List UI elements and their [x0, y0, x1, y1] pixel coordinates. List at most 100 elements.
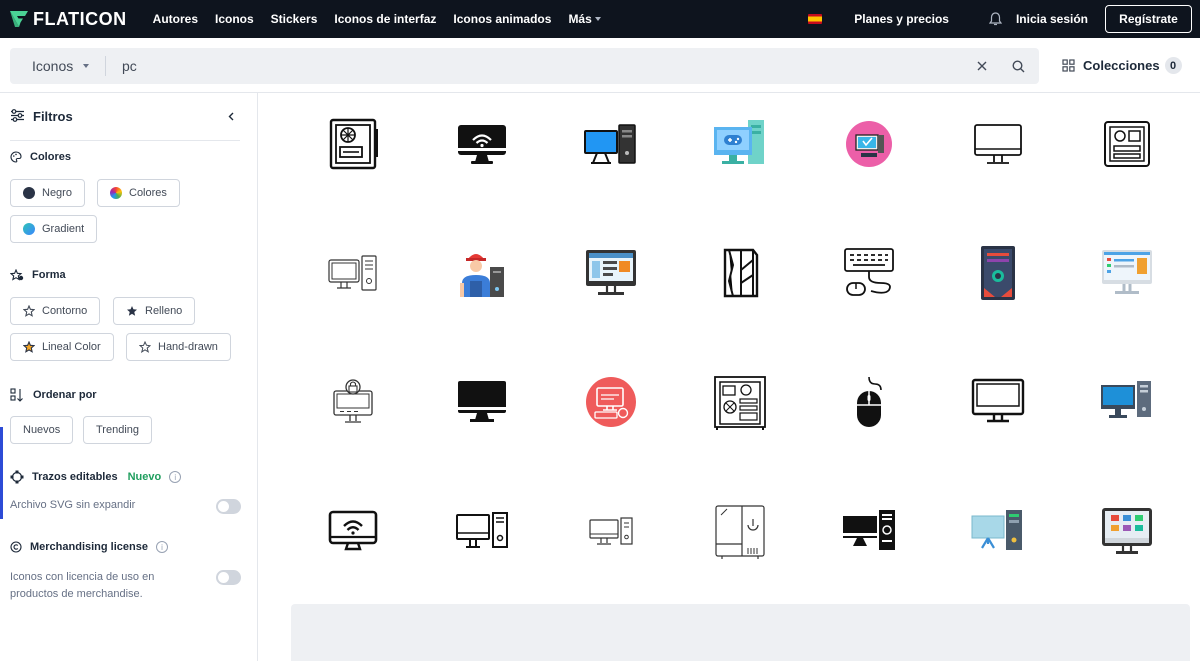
promo-banner-placeholder [291, 604, 1190, 661]
sort-label: Ordenar por [33, 389, 97, 401]
shape-fill-filter[interactable]: Relleno [113, 297, 196, 325]
nav-link-autores[interactable]: Autores [153, 12, 198, 26]
bell-icon[interactable] [988, 12, 1002, 26]
computer-outline-thin-icon[interactable] [323, 243, 383, 303]
desktop-tower-outline-icon[interactable] [452, 501, 512, 561]
keyboard-mouse-icon[interactable] [839, 243, 899, 303]
feedback-tab-edge[interactable] [0, 427, 3, 519]
sort-new-label: Nuevos [23, 424, 61, 436]
shape-hand-drawn-label: Hand-drawn [158, 341, 218, 353]
black-swatch-icon [23, 187, 35, 199]
palette-icon [10, 151, 22, 163]
register-button[interactable]: Regístrate [1105, 5, 1192, 33]
technician-icon[interactable] [452, 243, 512, 303]
new-badge: Nuevo [127, 471, 162, 483]
search-input[interactable] [106, 58, 967, 74]
sort-trending-button[interactable]: Trending [83, 416, 153, 444]
shape-label: Forma [32, 269, 66, 281]
pc-circle-red-icon[interactable] [581, 372, 641, 432]
desktop-pc-blue-icon[interactable] [581, 114, 641, 174]
collections-label: Colecciones [1083, 58, 1160, 73]
collections-button[interactable]: Colecciones 0 [1062, 57, 1182, 74]
desktop-lightblue-icon[interactable] [968, 501, 1028, 561]
gaming-tower-icon[interactable] [968, 243, 1028, 303]
chevron-down-icon [594, 17, 601, 21]
star-lineal-color-icon [23, 341, 35, 353]
power-supply-icon[interactable] [323, 114, 383, 174]
pc-case-outline-icon[interactable] [1097, 114, 1157, 174]
nav-link-iconos-interfaz[interactable]: Iconos de interfaz [334, 12, 436, 26]
top-navbar: FLATICON Autores Iconos Stickers Iconos … [0, 0, 1200, 38]
sort-new-button[interactable]: Nuevos [10, 416, 74, 444]
locked-computer-icon[interactable] [323, 372, 383, 432]
flaticon-logo[interactable]: FLATICON [9, 9, 127, 30]
wifi-monitor-filled-icon[interactable] [452, 114, 512, 174]
nav-link-stickers[interactable]: Stickers [271, 12, 318, 26]
motherboard-case-icon[interactable] [710, 372, 770, 432]
search-type-select[interactable]: Iconos [10, 48, 105, 84]
search-icon[interactable] [997, 59, 1039, 73]
pc-circle-pink-icon[interactable] [839, 114, 899, 174]
desktop-blue-icon[interactable] [1097, 372, 1157, 432]
web-monitor-icon[interactable] [581, 243, 641, 303]
merch-note-line-1: Iconos con licencia de uso en [10, 571, 155, 583]
search-row: Iconos Colecciones 0 [0, 38, 1200, 93]
shape-lineal-color-filter[interactable]: Lineal Color [10, 333, 114, 361]
sort-icon [10, 388, 23, 402]
color-multicolor-filter[interactable]: Colores [97, 179, 180, 207]
merch-license-title: Merchandising license i [10, 541, 168, 553]
clear-search-icon[interactable] [967, 61, 997, 71]
nav-link-iconos[interactable]: Iconos [215, 12, 254, 26]
copyright-icon [10, 541, 22, 553]
sliders-icon [11, 109, 24, 122]
merch-note-line-2: productos de merchandise. [10, 588, 143, 600]
colors-section-title: Colores [10, 151, 71, 163]
mouse-filled-icon[interactable] [839, 372, 899, 432]
pc-tower-power-icon[interactable] [710, 501, 770, 561]
multicolor-swatch-icon [110, 187, 122, 199]
filters-header: Filtros [10, 109, 240, 141]
login-link[interactable]: Inicia sesión [1016, 12, 1088, 26]
wifi-monitor-outline-icon[interactable] [323, 501, 383, 561]
game-monitor-icon[interactable] [710, 114, 770, 174]
nav-link-iconos-animados[interactable]: Iconos animados [453, 12, 551, 26]
colors-label: Colores [30, 151, 71, 163]
search-type-label: Iconos [32, 58, 74, 74]
nav-more-menu[interactable]: Más [568, 12, 601, 26]
color-gradient-filter[interactable]: Gradient [10, 215, 98, 243]
spain-flag-icon[interactable] [808, 14, 823, 24]
shape-fill-label: Relleno [145, 305, 183, 317]
collapse-sidebar-icon[interactable] [228, 109, 234, 124]
nav-links: Autores Iconos Stickers Iconos de interf… [153, 12, 618, 26]
color-black-label: Negro [42, 187, 72, 199]
merch-license-toggle[interactable] [216, 570, 241, 585]
collections-count-badge: 0 [1164, 57, 1182, 74]
sort-trending-label: Trending [96, 424, 140, 436]
editable-strokes-label: Trazos editables [32, 471, 118, 483]
plans-link[interactable]: Planes y precios [854, 12, 949, 26]
editable-strokes-toggle[interactable] [216, 499, 241, 514]
shape-section-title: Forma [10, 269, 66, 281]
filters-sidebar: Filtros Colores Negro Colores Gradient F… [0, 93, 258, 661]
pc-case-lines-icon[interactable] [710, 243, 770, 303]
color-black-filter[interactable]: Negro [10, 179, 85, 207]
desktop-black-filled-icon[interactable] [839, 501, 899, 561]
shape-outline-filter[interactable]: Contorno [10, 297, 101, 325]
dashboard-monitor-icon[interactable] [1097, 243, 1157, 303]
app-monitor-icon[interactable] [1097, 501, 1157, 561]
editable-strokes-title: Trazos editables Nuevo i [10, 470, 182, 484]
sort-section-title: Ordenar por [10, 388, 97, 402]
monitor-outline-icon[interactable] [968, 114, 1028, 174]
info-icon[interactable]: i [169, 471, 182, 483]
caret-down-icon [83, 64, 90, 68]
shape-hand-drawn-filter[interactable]: Hand-drawn [126, 333, 231, 361]
shape-lineal-color-label: Lineal Color [42, 341, 101, 353]
info-icon[interactable]: i [155, 541, 168, 553]
filters-title: Filtros [33, 109, 73, 124]
monitor-thick-icon[interactable] [968, 372, 1028, 432]
flaticon-logo-icon [10, 11, 28, 27]
imac-filled-icon[interactable] [452, 372, 512, 432]
editable-strokes-icon [10, 470, 24, 484]
star-filled-icon [127, 306, 137, 316]
desktop-tower-thin-icon[interactable] [581, 501, 641, 561]
